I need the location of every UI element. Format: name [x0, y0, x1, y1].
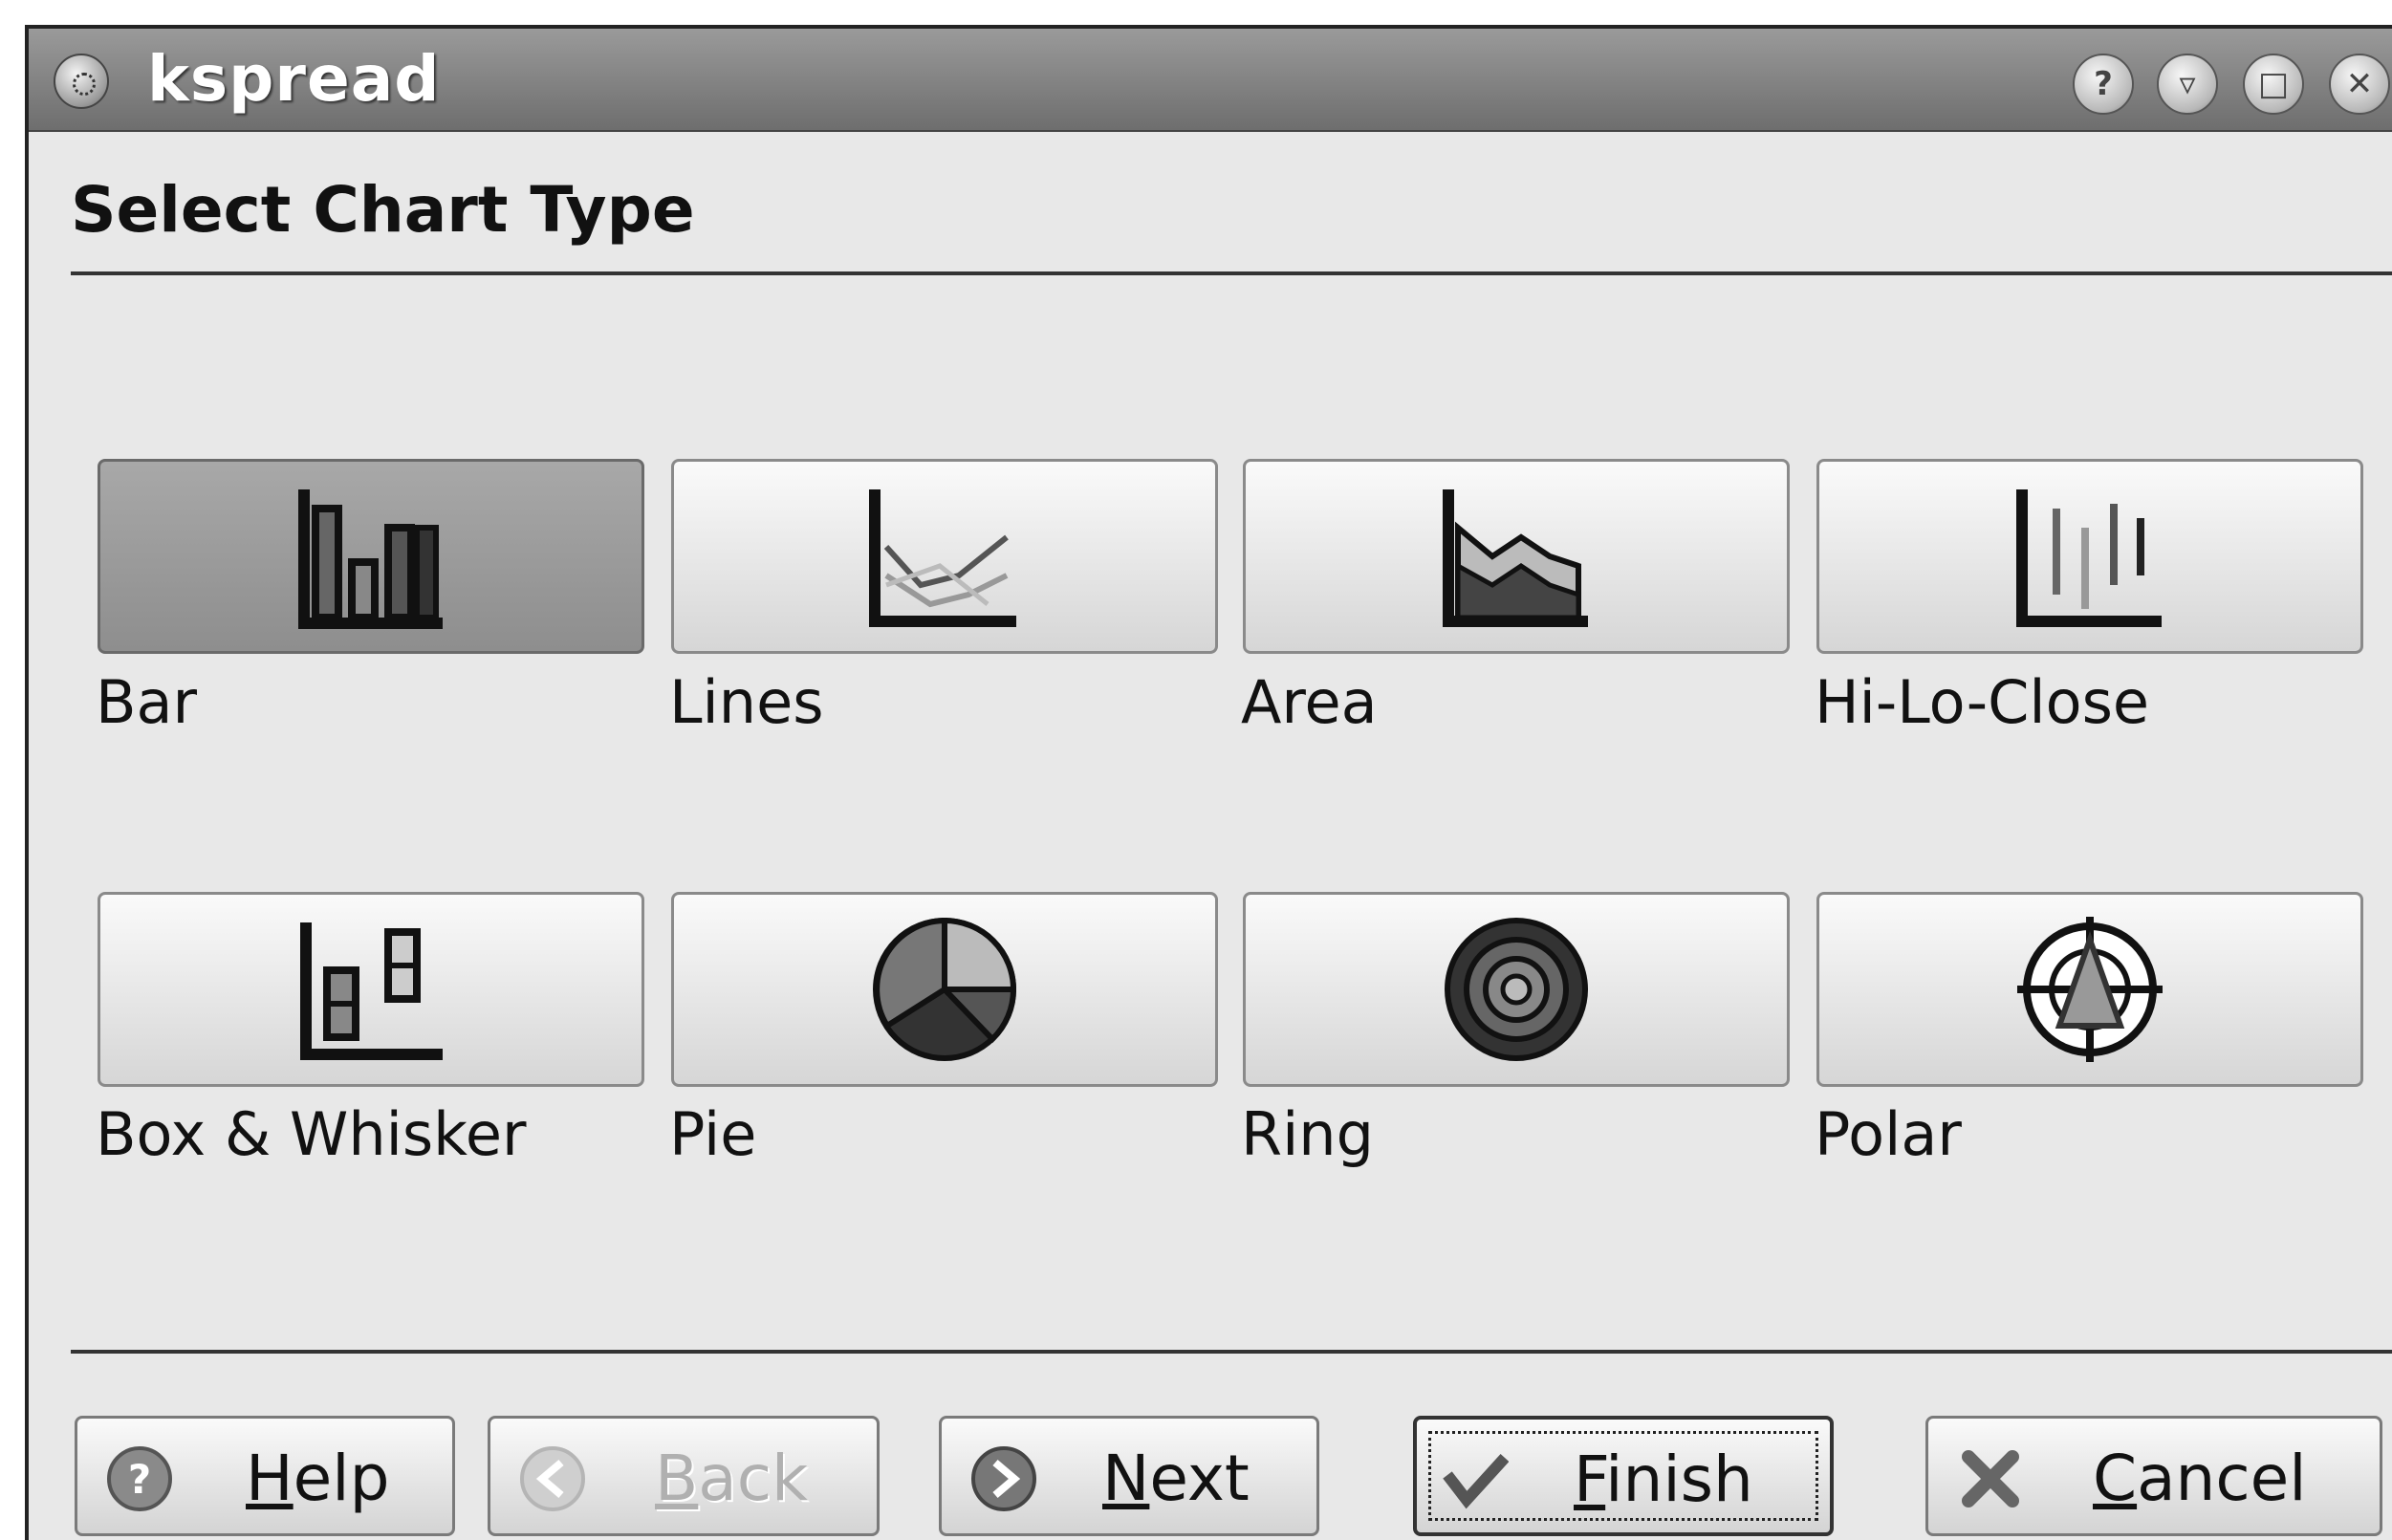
chart-type-pie-button[interactable] — [671, 892, 1218, 1087]
chart-type-hi-lo-close-button[interactable] — [1816, 459, 2363, 654]
chart-type-ring-button[interactable] — [1243, 892, 1790, 1087]
chart-type-pie-label: Pie — [669, 1099, 757, 1169]
checkmark-icon — [1443, 1453, 1509, 1509]
chart-type-hi-lo-close-label: Hi-Lo-Close — [1815, 667, 2150, 737]
bar-chart-icon — [298, 489, 443, 629]
footer-divider — [71, 1350, 2392, 1354]
arrow-left-icon — [520, 1446, 585, 1511]
kspread-dialog: kspread ? ▿ □ ✕ Select Chart Type Bar Li… — [25, 25, 2392, 1540]
help-button[interactable]: ? Help — [75, 1416, 455, 1536]
help-button-label: Help — [246, 1442, 390, 1515]
chart-type-ring-label: Ring — [1241, 1099, 1374, 1169]
chart-type-area-label: Area — [1241, 667, 1378, 737]
cancel-button-label: Cancel — [2093, 1442, 2307, 1515]
back-button-label: Back — [655, 1442, 809, 1515]
arrow-right-icon — [971, 1446, 1036, 1511]
area-chart-icon — [1443, 489, 1588, 627]
finish-button-label: Finish — [1574, 1442, 1753, 1516]
chart-type-area-button[interactable] — [1243, 459, 1790, 654]
chart-type-lines-button[interactable] — [671, 459, 1218, 654]
close-window-button[interactable]: ✕ — [2329, 54, 2390, 115]
maximize-button[interactable]: □ — [2243, 54, 2304, 115]
next-button[interactable]: Next — [939, 1416, 1319, 1536]
page-title: Select Chart Type — [71, 173, 695, 247]
window-title: kspread — [147, 42, 441, 116]
cancel-button[interactable]: Cancel — [1925, 1416, 2382, 1536]
next-button-label: Next — [1102, 1442, 1250, 1515]
finish-button[interactable]: Finish — [1413, 1416, 1834, 1536]
header-divider — [71, 271, 2392, 275]
minimize-button[interactable]: ▿ — [2157, 54, 2218, 115]
back-button[interactable]: Back — [488, 1416, 880, 1536]
chart-type-bar-label: Bar — [96, 667, 198, 737]
chart-type-polar-button[interactable] — [1816, 892, 2363, 1087]
svg-text:?: ? — [128, 1456, 151, 1503]
chart-type-box-whisker-button[interactable] — [98, 892, 644, 1087]
help-window-button[interactable]: ? — [2073, 54, 2134, 115]
hi-lo-close-chart-icon — [2016, 489, 2162, 627]
box-whisker-chart-icon — [300, 922, 443, 1060]
polar-chart-icon — [2017, 917, 2163, 1062]
chart-type-bar-button[interactable] — [98, 459, 644, 654]
x-icon — [1962, 1450, 2019, 1507]
chart-type-polar-label: Polar — [1815, 1099, 1962, 1169]
chart-type-lines-label: Lines — [669, 667, 824, 737]
question-icon: ? — [107, 1446, 172, 1511]
line-chart-icon — [869, 489, 1016, 627]
app-menu-icon[interactable] — [54, 54, 109, 109]
title-bar[interactable]: kspread ? ▿ □ ✕ — [29, 29, 2392, 132]
pie-chart-icon — [873, 917, 1017, 1061]
chart-type-box-whisker-label: Box & Whisker — [96, 1099, 527, 1169]
ring-chart-icon — [1445, 918, 1588, 1061]
